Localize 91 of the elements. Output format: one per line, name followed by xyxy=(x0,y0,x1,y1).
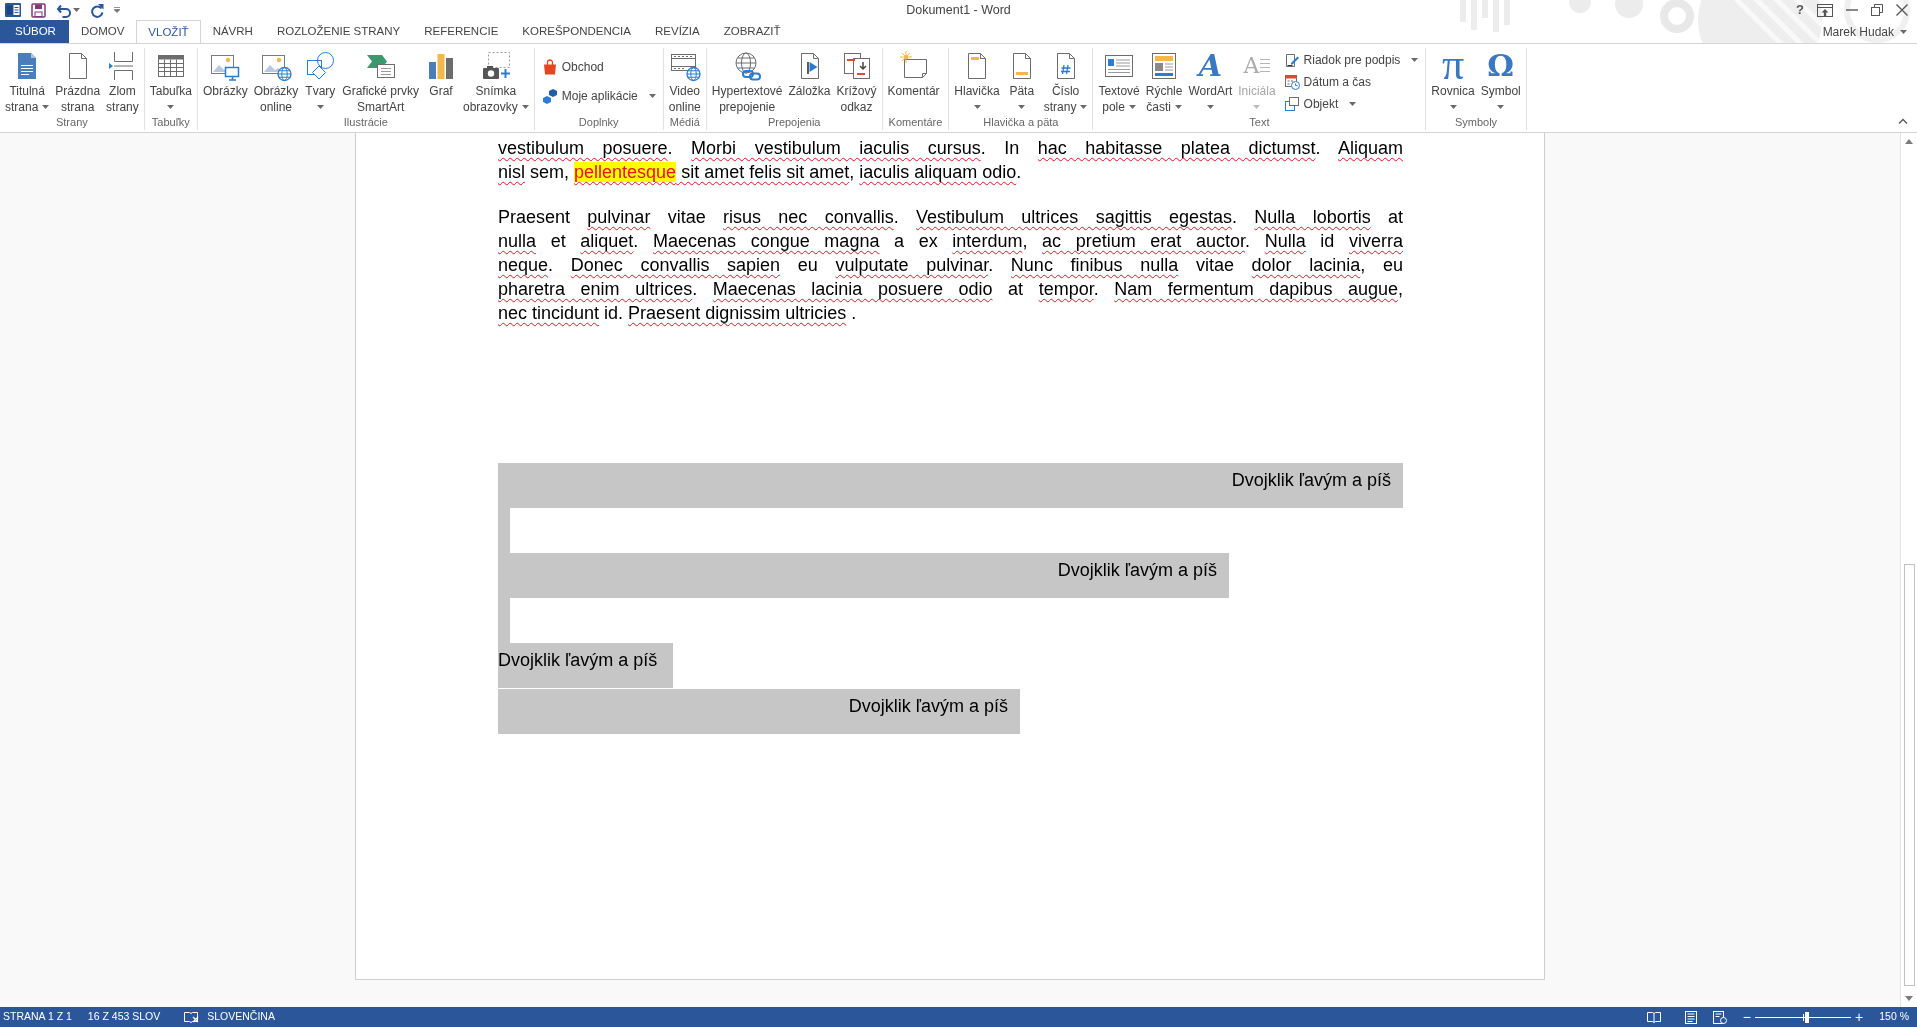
cubes-icon xyxy=(541,88,558,105)
caret-icon xyxy=(73,8,80,12)
ribbon-tab[interactable]: ZOBRAZIŤ xyxy=(711,20,793,43)
group-label: Doplnky xyxy=(577,115,620,130)
app-logo-icon[interactable] xyxy=(5,2,21,18)
book-x-icon[interactable] xyxy=(184,1010,200,1024)
omega-icon: Ω xyxy=(1484,50,1517,82)
open-book-icon[interactable] xyxy=(1646,1011,1661,1023)
caret-icon xyxy=(1900,29,1907,34)
save-icon[interactable] xyxy=(31,2,46,18)
ribbon-button[interactable]: Graf xyxy=(422,48,460,115)
group-label: Médiá xyxy=(668,115,701,130)
language-indicator[interactable]: SLOVENČINA xyxy=(207,1009,275,1025)
dropdown-button[interactable]: Päta xyxy=(1002,48,1041,115)
redo-icon[interactable] xyxy=(90,2,104,18)
dropdown-button[interactable]: Tabuľka xyxy=(146,48,195,115)
dropdown-button[interactable]: Číslo strany xyxy=(1040,48,1091,115)
vertical-scrollbar[interactable] xyxy=(1900,133,1917,1007)
dropdown-button[interactable]: Hlavička xyxy=(951,48,1003,115)
scroll-down-icon[interactable] xyxy=(1905,996,1913,1001)
content-control[interactable]: Dvojklik ľavým a píš xyxy=(498,553,1229,598)
ribbon-button[interactable]: Hypertextové prepojenie xyxy=(708,48,786,115)
shopping-bag-icon xyxy=(541,58,558,75)
dropdown-button[interactable]: Titulná strana xyxy=(2,48,53,115)
ribbon-tab[interactable]: KOREŠPONDENCIA xyxy=(510,20,643,43)
close-icon[interactable] xyxy=(1896,4,1908,16)
ribbon-button[interactable]: Krížový odkaz xyxy=(833,48,880,115)
zoom-slider-thumb[interactable] xyxy=(1804,1011,1809,1023)
body-paragraph: Praesent pulvinar vitae risus nec convallis. Vestibulum ultrices sagittis egestas. Nulla lobortis at nulla et aliquet. Maecenas congue magna a ex interdum, ac pretium erat auctor. Nulla id viverra neque. Donec convallis sapien eu vulputate pulvinar. Nunc finibus nulla vitae dolor lacinia, eu pharetra enim ultrices. Maecenas lacinia posuere odio at tempor. Nam fermentum dapibus augue, nec tincidunt id. Praesent dignissim ultricies . xyxy=(498,206,1403,325)
pi-icon: π xyxy=(1437,50,1469,82)
zoom-in-button[interactable]: + xyxy=(1855,1009,1864,1025)
web-page-icon[interactable] xyxy=(1712,1010,1727,1024)
zoom-out-button[interactable]: − xyxy=(1742,1009,1752,1025)
body-paragraph: vestibulum posuere. Morbi vestibulum iaculis cursus. In hac habitasse platea dictumst. Aliquam nisl sem, pellentesque sit amet felis sit amet, iaculis aliquam odio. xyxy=(498,137,1403,184)
undo-icon[interactable] xyxy=(56,2,71,18)
group-label: Hlavička a päta xyxy=(982,115,1060,130)
group-label: Tabuľky xyxy=(150,115,191,130)
content-control[interactable]: Dvojklik ľavým a píš xyxy=(498,689,1020,734)
restore-icon[interactable] xyxy=(1871,4,1883,16)
ribbon-tab[interactable]: REFERENCIE xyxy=(412,20,511,43)
ribbon-tab[interactable]: DOMOV xyxy=(68,20,137,43)
shapes-icon xyxy=(304,50,337,82)
ribbon-button[interactable]: Komentár xyxy=(884,48,943,115)
dropdown-button[interactable]: Textové pole xyxy=(1095,48,1143,115)
word-count[interactable]: 16 Z 453 SLOV xyxy=(87,1009,161,1025)
ribbon-tab[interactable]: VLOŽIŤ xyxy=(136,20,201,44)
ribbon-button[interactable]: Obchod xyxy=(538,56,659,78)
dropdown-button[interactable]: Objekt xyxy=(1280,93,1422,114)
zoom-level[interactable]: 150 % xyxy=(1879,1009,1909,1025)
collapse-ribbon-icon[interactable] xyxy=(1898,118,1908,124)
group-label: Komentáre xyxy=(887,115,944,130)
dropdown-button[interactable]: Moje aplikácie xyxy=(538,85,659,107)
ribbon-tab[interactable]: NÁVRH xyxy=(200,20,265,43)
page-indicator[interactable]: STRANA 1 Z 1 xyxy=(3,1009,72,1025)
calendar-clock-icon xyxy=(1283,73,1300,90)
file-tab[interactable]: SÚBOR xyxy=(0,20,69,43)
ribbon-button[interactable]: Video online xyxy=(665,48,704,115)
letter-a-icon: A xyxy=(1194,50,1227,82)
dropdown-button[interactable]: Snímka obrazovky xyxy=(460,48,532,115)
content-control[interactable]: Dvojklik ľavým a píš xyxy=(498,643,674,688)
dropdown-button[interactable]: Ω Symbol xyxy=(1477,48,1524,115)
ribbon-tab[interactable]: REVÍZIA xyxy=(643,20,712,43)
group-label: Strany xyxy=(54,115,89,130)
ribbon-button[interactable]: Prázdna strana xyxy=(52,48,104,115)
ribbon-button[interactable]: Dátum a čas xyxy=(1280,71,1422,92)
ribbon-tab[interactable]: ROZLOŽENIE STRANY xyxy=(264,20,413,43)
dropdown-button[interactable]: Riadok pre podpis xyxy=(1280,49,1422,70)
group-label: Text xyxy=(1248,115,1271,130)
ribbon-button[interactable]: Zlom strany xyxy=(103,48,142,115)
dropdown-button[interactable]: π Rovnica xyxy=(1428,48,1478,115)
help-button[interactable]: ? xyxy=(1796,3,1804,17)
scrollbar-thumb[interactable] xyxy=(1903,564,1915,986)
dropdown-button[interactable]: Tvary xyxy=(301,48,340,115)
ribbon-button[interactable]: Grafické prvky SmartArt xyxy=(339,48,422,115)
ribbon-button[interactable]: Obrázky online xyxy=(250,48,302,115)
group-label: Ilustrácie xyxy=(342,115,389,130)
ribbon-button[interactable]: Obrázky xyxy=(199,48,251,115)
account-button[interactable]: Marek Hudak xyxy=(1822,20,1917,43)
scroll-up-icon[interactable] xyxy=(1905,139,1913,144)
group-label: Symboly xyxy=(1453,115,1499,130)
window-title: Dokument1 - Word xyxy=(906,1,1011,19)
group-label: Prepojenia xyxy=(766,115,822,130)
dropdown-button[interactable]: Rýchle časti xyxy=(1142,48,1186,115)
ribbon-display-icon[interactable] xyxy=(1817,3,1833,17)
ribbon-button[interactable]: Záložka xyxy=(785,48,834,115)
dropdown-button[interactable]: A WordArt xyxy=(1185,48,1236,115)
page-layout-icon[interactable] xyxy=(1684,1010,1697,1024)
content-control[interactable]: Dvojklik ľavým a píš xyxy=(498,463,1403,508)
customize-icon[interactable] xyxy=(114,7,120,13)
windows-icon xyxy=(1283,95,1300,112)
pen-page-icon xyxy=(1283,51,1300,68)
